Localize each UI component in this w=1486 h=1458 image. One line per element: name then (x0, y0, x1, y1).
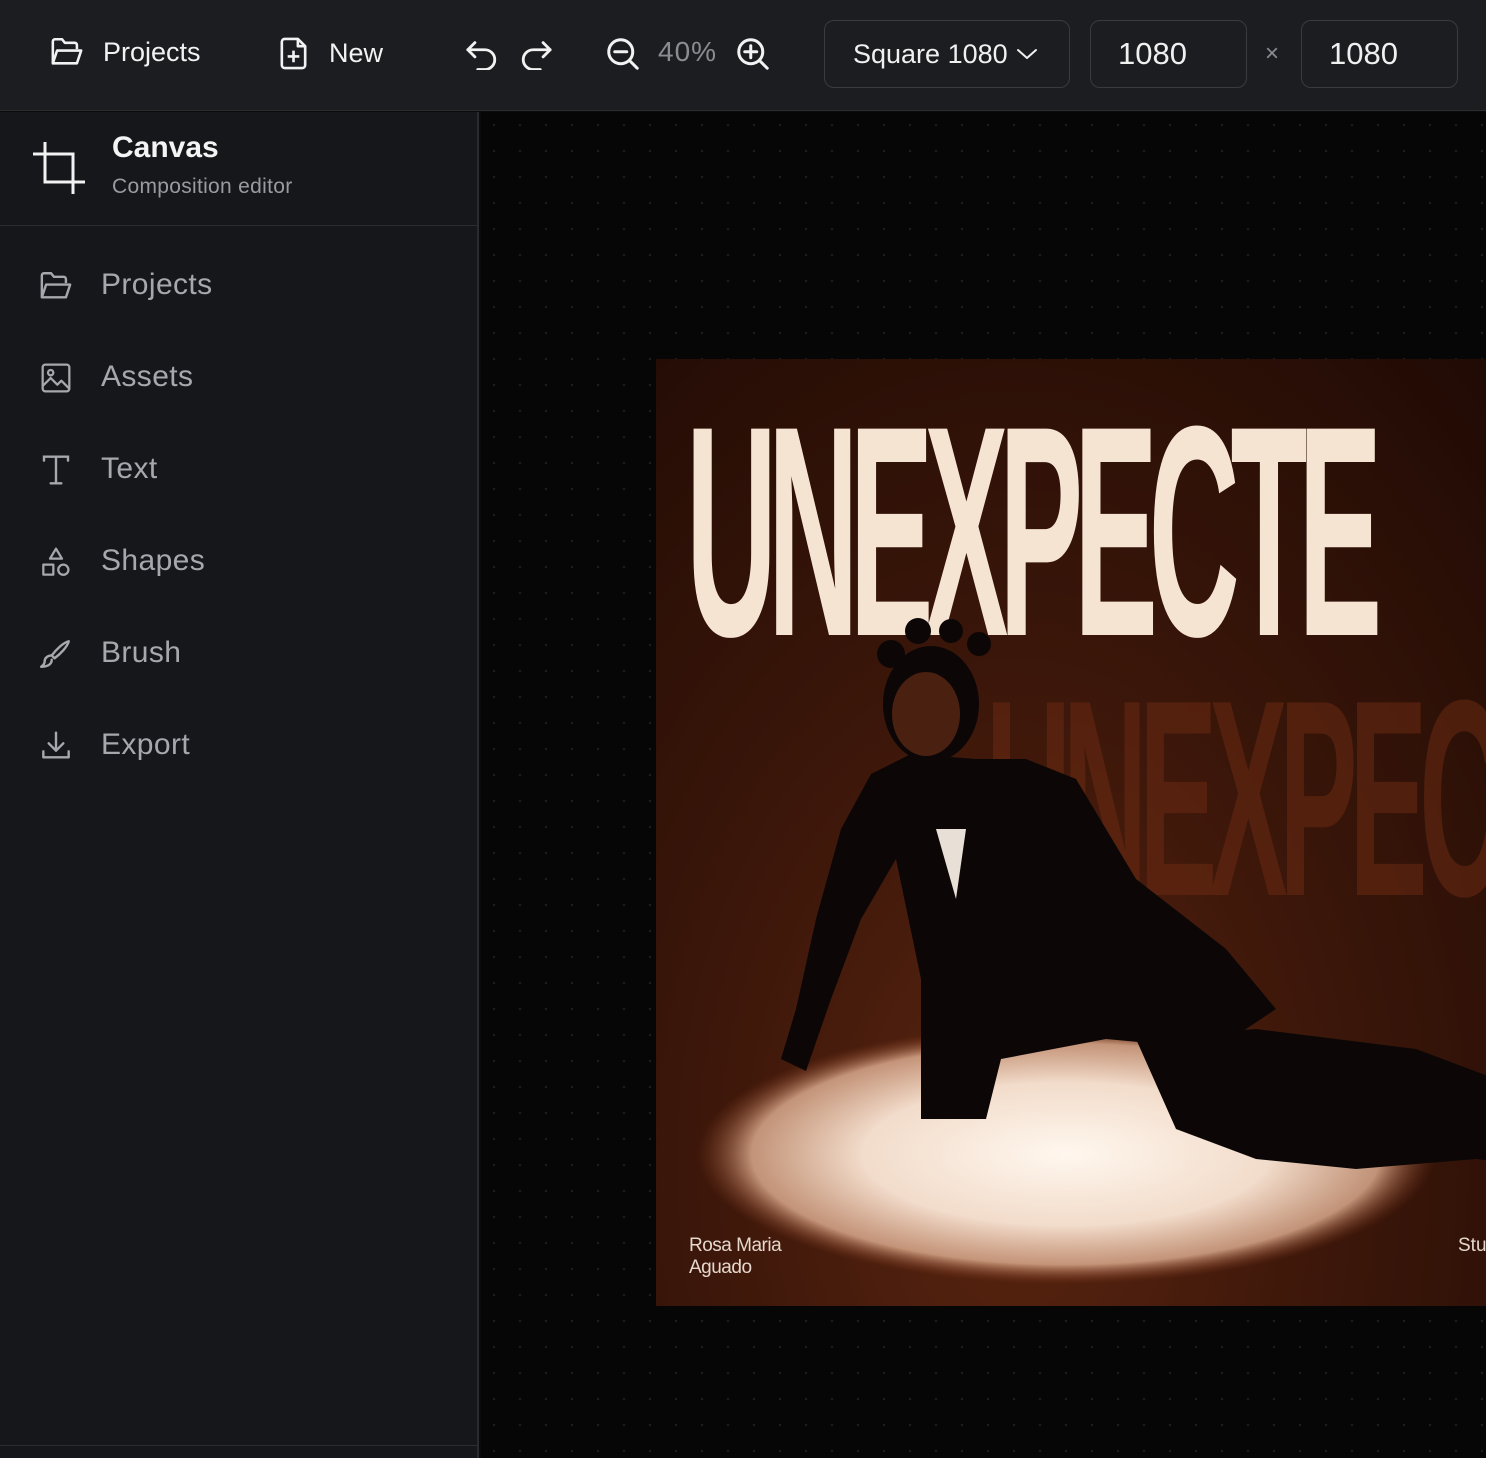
sidebar-item-label: Shapes (101, 544, 206, 577)
credit-line-1: Rosa Maria (689, 1235, 782, 1256)
sidebar-item-label: Export (101, 728, 191, 761)
zoom-in-icon (735, 36, 771, 77)
image-icon (38, 360, 74, 396)
sidebar-title: Canvas (112, 131, 219, 164)
undo-button[interactable] (465, 38, 499, 75)
sidebar-footer-divider (0, 1445, 477, 1446)
sidebar-item-label: Text (101, 452, 158, 485)
height-value: 1080 (1329, 36, 1398, 71)
projects-button[interactable]: Projects (50, 36, 201, 68)
width-input[interactable]: 1080 (1090, 20, 1247, 88)
width-value: 1080 (1118, 36, 1187, 71)
zoom-in-button[interactable] (735, 36, 771, 77)
folder-icon (38, 268, 74, 304)
sidebar-item-assets[interactable]: Assets (0, 348, 477, 408)
text-icon (38, 452, 74, 488)
sidebar-item-label: Projects (101, 268, 213, 301)
folder-open-icon (50, 36, 84, 68)
sidebar-item-label: Brush (101, 636, 182, 669)
poster-photo[interactable] (656, 359, 1486, 1306)
top-toolbar: Projects New 40% Square 1080 1080 × 1080 (0, 0, 1486, 111)
sidebar-header: Canvas Composition editor (0, 112, 479, 226)
photo-credit: Rosa Maria Aguado (689, 1235, 782, 1279)
studio-credit: Stu (1458, 1235, 1486, 1256)
sidebar-item-shapes[interactable]: Shapes (0, 532, 477, 592)
artboard[interactable]: UNEXPECTE UNEXPECTE (656, 359, 1486, 1306)
new-button-label: New (329, 38, 384, 68)
zoom-out-icon (605, 36, 641, 77)
credit-line-2: Aguado (689, 1257, 752, 1278)
canvas-preset-select[interactable]: Square 1080 (824, 20, 1070, 88)
brush-icon (38, 636, 74, 672)
height-input[interactable]: 1080 (1301, 20, 1458, 88)
projects-button-label: Projects (103, 36, 201, 67)
dimension-separator: × (1265, 40, 1280, 67)
sidebar-item-projects[interactable]: Projects (0, 256, 477, 316)
sidebar: Canvas Composition editor Projects Asset… (0, 112, 479, 1458)
preset-label: Square 1080 (853, 38, 1008, 69)
sidebar-item-brush[interactable]: Brush (0, 624, 477, 684)
sidebar-item-text[interactable]: Text (0, 440, 477, 500)
zoom-level: 40% (658, 36, 718, 67)
download-icon (38, 728, 74, 764)
new-button[interactable]: New (278, 36, 383, 71)
redo-button[interactable] (519, 38, 553, 75)
redo-icon (519, 38, 553, 75)
chevron-down-icon (1016, 47, 1038, 61)
sidebar-item-label: Assets (101, 360, 194, 393)
canvas-workspace[interactable]: UNEXPECTE UNEXPECTE (481, 112, 1486, 1458)
shapes-icon (38, 544, 74, 580)
zoom-out-button[interactable] (605, 36, 641, 77)
new-file-icon (278, 36, 309, 71)
sidebar-item-export[interactable]: Export (0, 716, 477, 776)
crop-icon (31, 140, 87, 199)
undo-icon (465, 38, 499, 75)
sidebar-subtitle: Composition editor (112, 175, 293, 198)
